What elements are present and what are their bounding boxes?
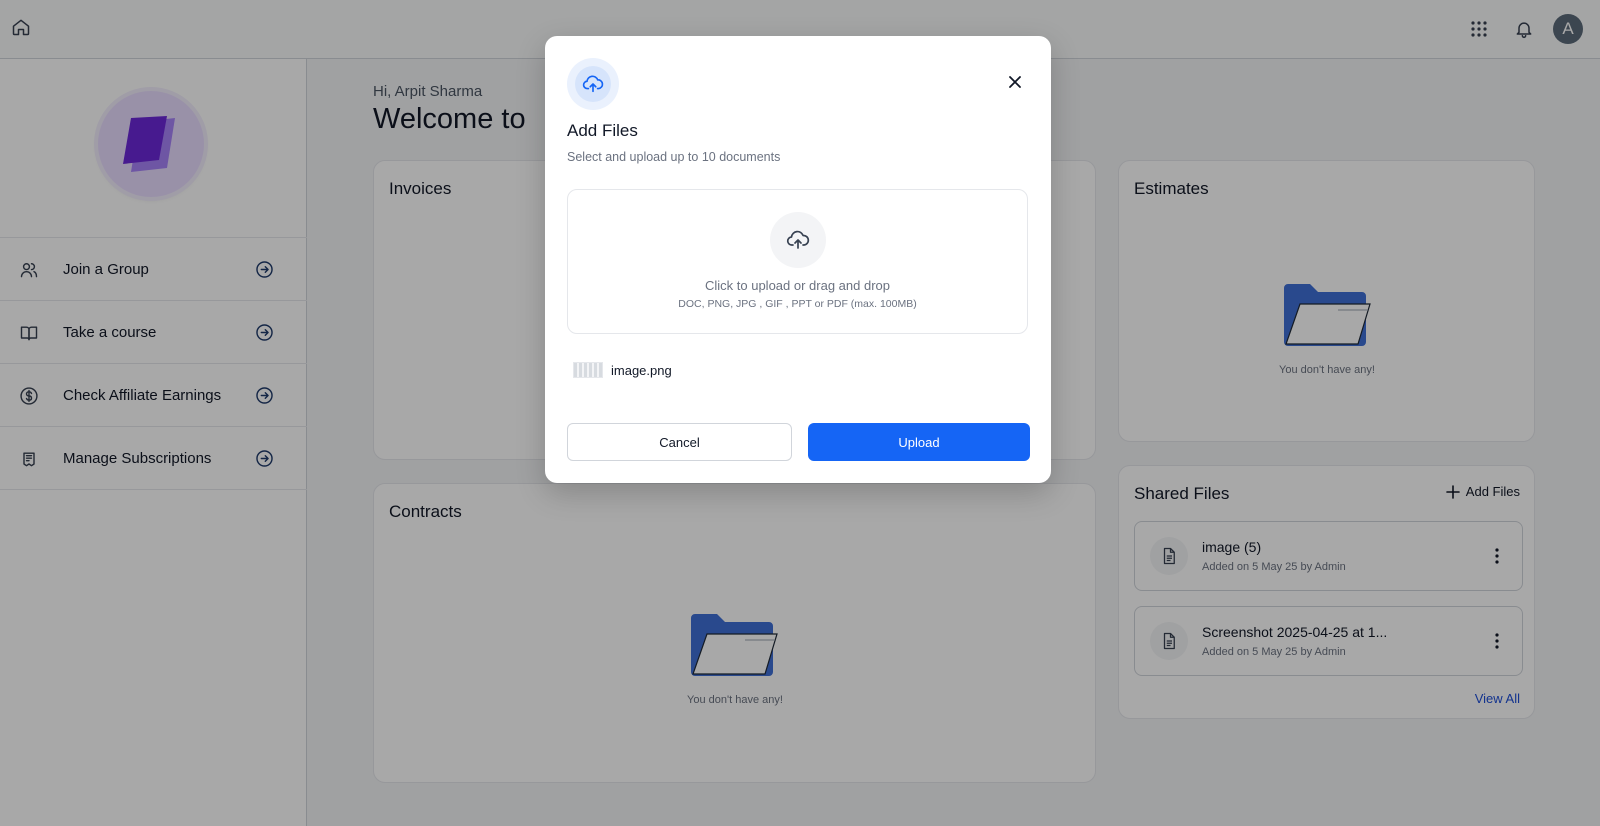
dropzone-note: DOC, PNG, JPG , GIF , PPT or PDF (max. 1… bbox=[678, 298, 917, 310]
selected-file-name: image.png bbox=[611, 362, 672, 378]
upload-button[interactable]: Upload bbox=[808, 423, 1030, 461]
upload-cloud-icon bbox=[567, 58, 619, 110]
close-icon[interactable] bbox=[1003, 70, 1027, 94]
add-files-modal: Add Files Select and upload up to 10 doc… bbox=[545, 36, 1051, 483]
cancel-button[interactable]: Cancel bbox=[567, 423, 792, 461]
modal-subtitle: Select and upload up to 10 documents bbox=[567, 150, 781, 164]
selected-file: image.png bbox=[573, 362, 672, 378]
upload-cloud-icon bbox=[770, 212, 826, 268]
modal-title: Add Files bbox=[567, 121, 638, 140]
dropzone-text: Click to upload or drag and drop bbox=[704, 278, 890, 293]
file-dropzone[interactable]: Click to upload or drag and drop DOC, PN… bbox=[567, 189, 1028, 334]
file-thumbnail bbox=[573, 362, 603, 378]
